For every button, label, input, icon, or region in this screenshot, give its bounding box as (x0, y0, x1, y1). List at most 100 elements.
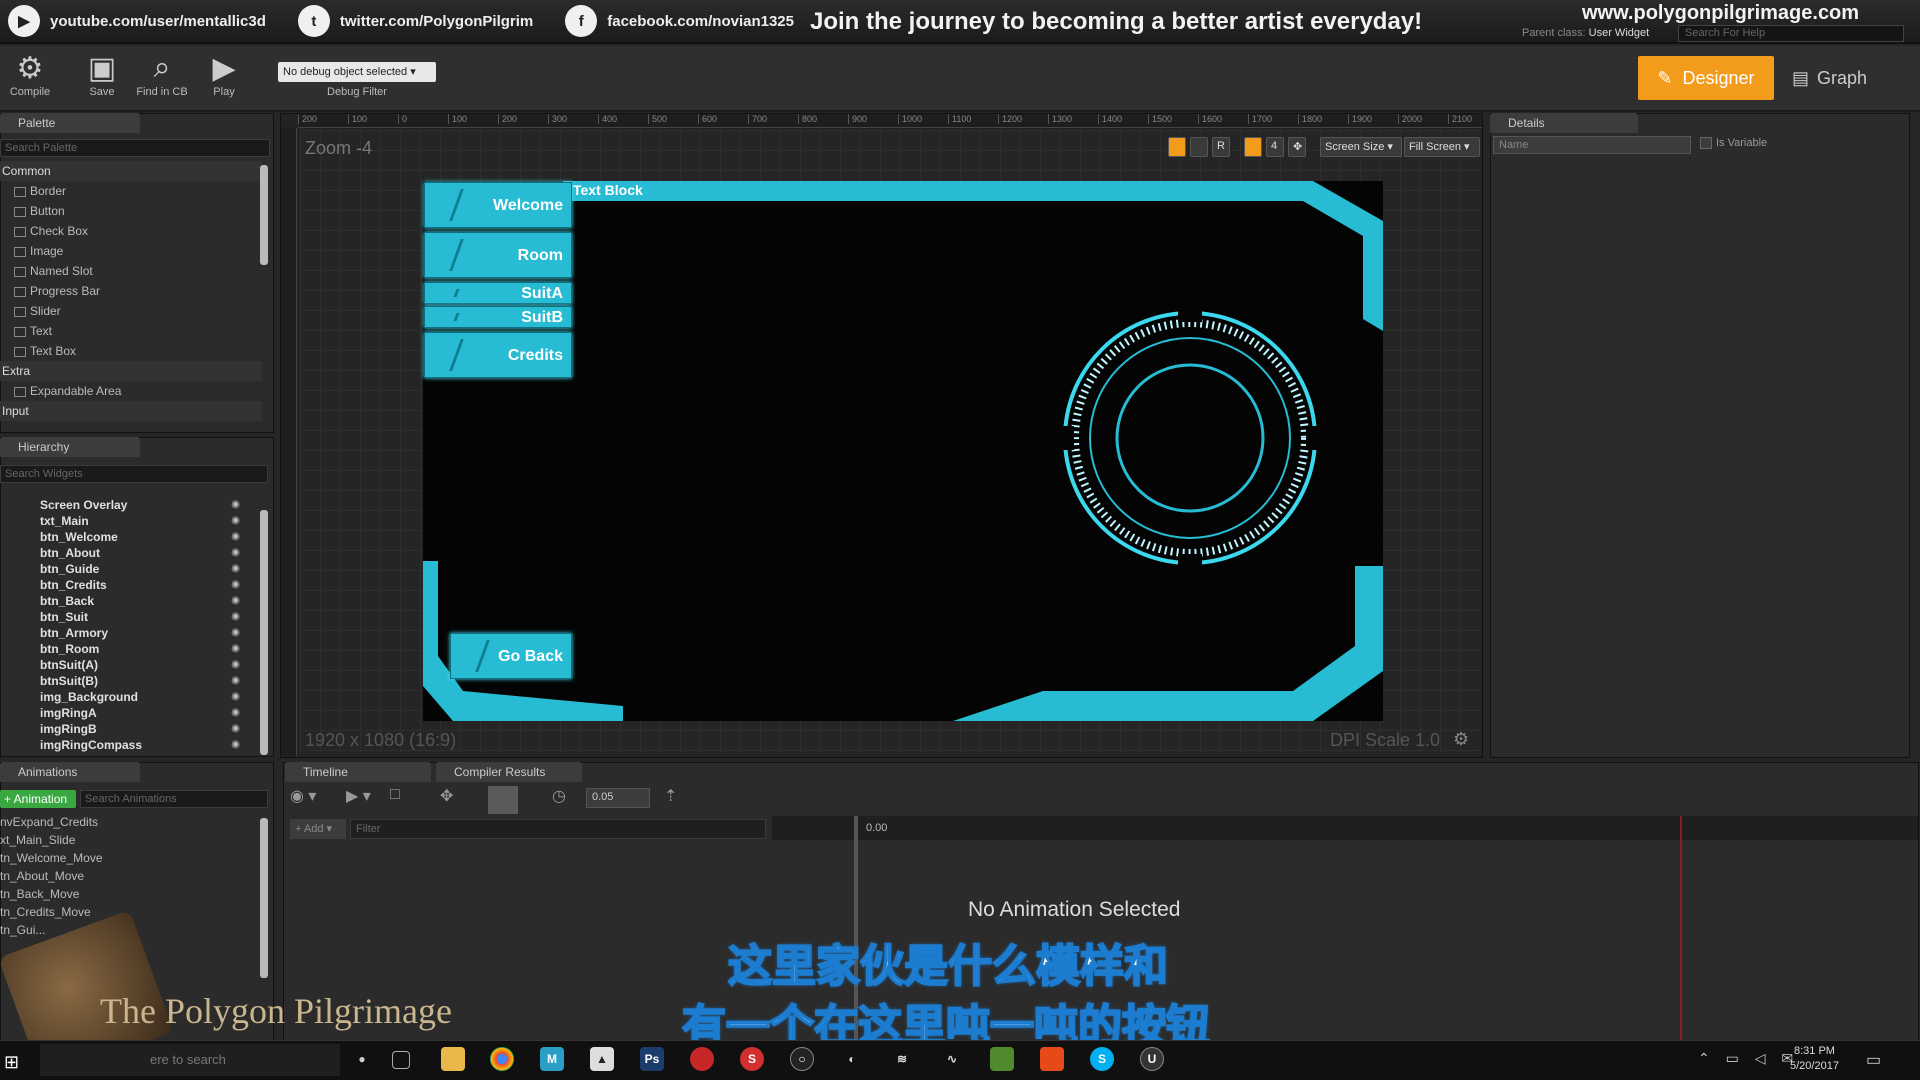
hierarchy-item[interactable]: btn_Credits ◉ (0, 577, 262, 593)
debug-object-select[interactable]: No debug object selected ▾ (278, 62, 436, 82)
unreal-engine-icon[interactable]: U (1140, 1047, 1164, 1071)
hierarchy-scrollbar[interactable] (260, 510, 268, 755)
palette-scrollbar[interactable] (260, 165, 268, 265)
animation-item[interactable]: tn_Back_Move (0, 885, 258, 903)
minecraft-icon[interactable] (990, 1047, 1014, 1071)
track-filter-input[interactable]: Filter (350, 819, 766, 839)
go-back-button[interactable]: Go Back (450, 633, 572, 679)
orange-app-icon[interactable] (1040, 1047, 1064, 1071)
zbrush-icon[interactable]: ≋ (890, 1047, 914, 1071)
visibility-eye-icon[interactable]: ◉ (231, 689, 240, 705)
save-button[interactable]: ▣ Save (72, 50, 132, 99)
hierarchy-item[interactable]: imgRingCompass ◉ (0, 737, 262, 753)
visibility-eye-icon[interactable]: ◉ (231, 657, 240, 673)
microphone-icon[interactable]: ● (350, 1047, 374, 1071)
visibility-eye-icon[interactable]: ◉ (231, 625, 240, 641)
palette-item[interactable]: Text Box (0, 341, 262, 361)
hierarchy-item[interactable]: btn_Suit ◉ (0, 609, 262, 625)
visibility-eye-icon[interactable]: ◉ (231, 705, 240, 721)
photoshop-icon[interactable]: Ps (640, 1047, 664, 1071)
hierarchy-item[interactable]: imgRingB ◉ (0, 721, 262, 737)
hierarchy-item[interactable]: btnSuit(B) ◉ (0, 673, 262, 689)
designer-mode-button[interactable]: ✎ Designer (1638, 56, 1774, 100)
hierarchy-tab[interactable]: Hierarchy (0, 437, 140, 457)
screen-size-dropdown[interactable]: Screen Size ▾ (1320, 137, 1402, 157)
palette-item[interactable]: Expandable Area (0, 381, 262, 401)
credits-button[interactable]: Credits (424, 332, 572, 378)
hierarchy-item[interactable]: img_Background ◉ (0, 689, 262, 705)
system-tray-icons[interactable]: ⌃ ▭ ◁ ✉ (1698, 1050, 1799, 1067)
animation-scrollbar[interactable] (260, 818, 268, 978)
animation-item[interactable]: tn_Welcome_Move (0, 849, 258, 867)
suit-a-button[interactable]: SuitA (424, 282, 572, 304)
hierarchy-item[interactable]: btn_Back ◉ (0, 593, 262, 609)
animation-item[interactable]: xt_Main_Slide (0, 831, 258, 849)
visibility-eye-icon[interactable]: ◉ (231, 673, 240, 689)
animations-tab[interactable]: Animations (0, 762, 140, 782)
record-app-icon[interactable]: S (740, 1047, 764, 1071)
visibility-eye-icon[interactable]: ◉ (231, 545, 240, 561)
help-search-input[interactable]: Search For Help (1678, 25, 1904, 42)
taskbar-clock[interactable]: 8:31 PM 5/20/2017 (1790, 1044, 1839, 1074)
visibility-eye-icon[interactable]: ◉ (231, 577, 240, 593)
is-variable-checkbox[interactable]: Is Variable (1700, 137, 1767, 150)
add-animation-button[interactable]: + Animation (0, 790, 76, 808)
keyframe-icon[interactable]: □ (390, 786, 420, 810)
mudbox-icon[interactable]: M (540, 1047, 564, 1071)
skype-icon[interactable]: S (1090, 1047, 1114, 1071)
compiler-results-tab[interactable]: Compiler Results (436, 762, 582, 782)
transform-icon[interactable]: ✥ (1288, 137, 1306, 157)
palette-search-input[interactable]: Search Palette (0, 139, 270, 157)
palette-item[interactable]: Check Box (0, 221, 262, 241)
visibility-eye-icon[interactable]: ◉ (231, 641, 240, 657)
palette-item[interactable]: Image (0, 241, 262, 261)
graph-mode-button[interactable]: ▤ Graph (1792, 56, 1892, 100)
grid-toggle-icon[interactable] (1190, 137, 1208, 157)
palette-item[interactable]: Slider (0, 301, 262, 321)
image-app-icon[interactable]: ▲ (590, 1047, 614, 1071)
hierarchy-item[interactable]: btn_Guide ◉ (0, 561, 262, 577)
hierarchy-item[interactable]: txt_Main ◉ (0, 513, 262, 529)
palette-tab[interactable]: Palette (0, 113, 140, 133)
palette-item[interactable]: Text (0, 321, 262, 341)
play-timeline-icon[interactable]: ▶ ▾ (346, 786, 382, 810)
visibility-eye-icon[interactable]: ◉ (231, 497, 240, 513)
visibility-eye-icon[interactable]: ◉ (231, 593, 240, 609)
red-app-icon[interactable] (690, 1047, 714, 1071)
palette-category[interactable]: Input (0, 401, 262, 421)
visibility-icon[interactable]: ◉ ▾ (290, 786, 338, 810)
clock-icon[interactable]: ◷ (552, 786, 572, 810)
palette-category[interactable]: Common (0, 161, 262, 181)
youtube-link[interactable]: ▶ youtube.com/user/mentallic3d (8, 5, 266, 37)
snap-toggle-icon[interactable] (488, 786, 518, 814)
notifications-icon[interactable]: ▭ (1866, 1050, 1881, 1070)
animation-search-input[interactable]: Search Animations (80, 790, 268, 808)
fill-screen-dropdown[interactable]: Fill Screen ▾ (1404, 137, 1480, 157)
task-view-icon[interactable] (392, 1051, 410, 1069)
room-button[interactable]: Room (424, 232, 572, 278)
chrome-icon[interactable] (490, 1047, 514, 1071)
facebook-link[interactable]: f facebook.com/novian1325 (565, 5, 794, 37)
text-block-widget[interactable]: Text Block (573, 182, 643, 198)
hierarchy-item[interactable]: imgRingA ◉ (0, 705, 262, 721)
windows-start-icon[interactable]: ⊞ (4, 1052, 19, 1073)
respect-locks-icon[interactable]: R (1212, 137, 1230, 157)
substance-icon[interactable]: ∿ (940, 1047, 964, 1071)
palette-item[interactable]: Border (0, 181, 262, 201)
visibility-eye-icon[interactable]: ◉ (231, 737, 240, 753)
snap-grid-icon[interactable] (1244, 137, 1262, 157)
hierarchy-item[interactable]: btn_Welcome ◉ (0, 529, 262, 545)
animation-item[interactable]: nvExpand_Credits (0, 813, 258, 831)
hierarchy-item[interactable]: btnSuit(A) ◉ (0, 657, 262, 673)
suit-b-button[interactable]: SuitB (424, 306, 572, 328)
visibility-eye-icon[interactable]: ◉ (231, 561, 240, 577)
hierarchy-item[interactable]: btn_Armory ◉ (0, 625, 262, 641)
play-button[interactable]: ▶ Play (194, 50, 254, 99)
details-tab[interactable]: Details (1490, 113, 1638, 133)
find-in-cb-button[interactable]: ⌕ Find in CB (132, 50, 192, 98)
welcome-button[interactable]: Welcome (424, 182, 572, 228)
file-explorer-icon[interactable] (441, 1047, 465, 1071)
widget-name-input[interactable]: Name (1493, 136, 1691, 154)
grid-size-icon[interactable]: 4 (1266, 137, 1284, 157)
palette-item[interactable]: Named Slot (0, 261, 262, 281)
